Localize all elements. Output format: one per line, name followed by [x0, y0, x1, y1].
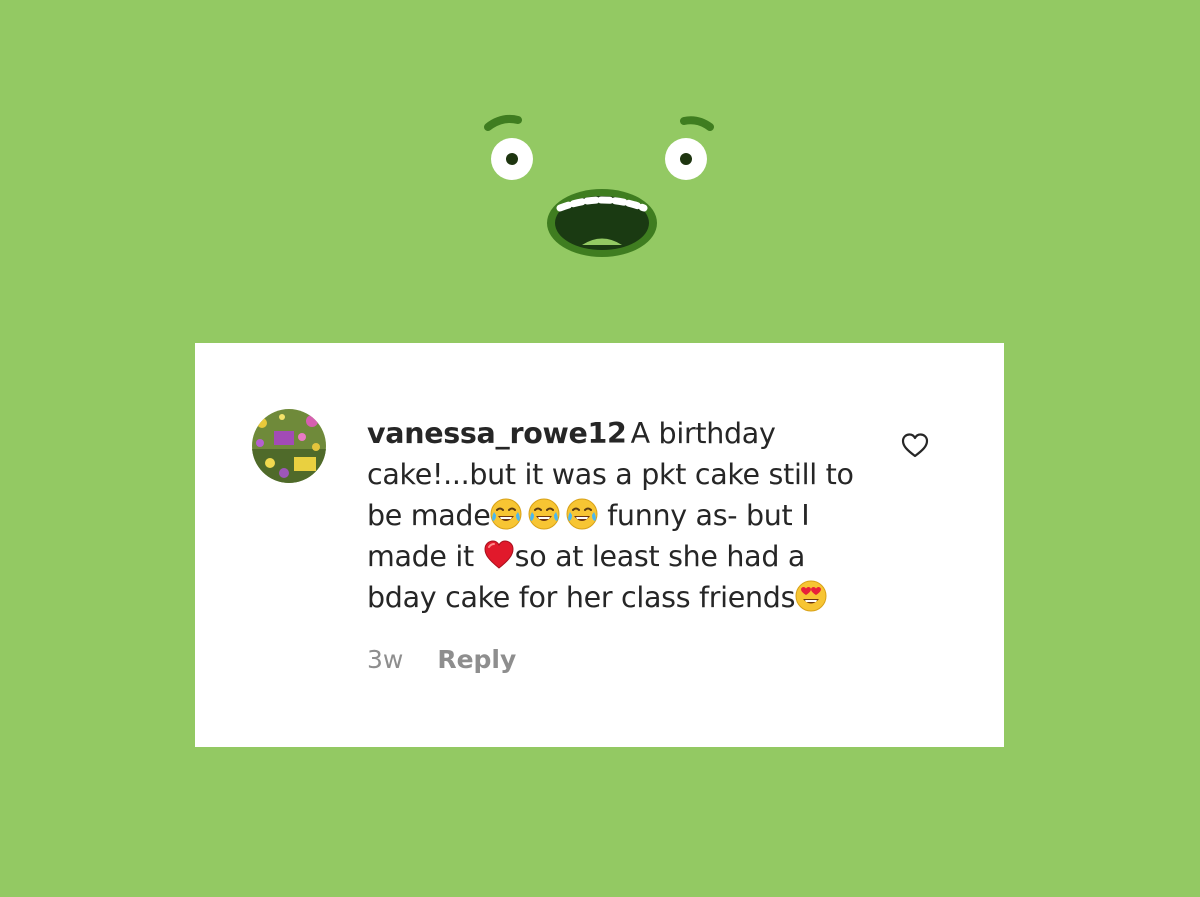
reply-button[interactable]: Reply: [437, 645, 516, 674]
smiling-face-with-heart-eyes-icon: [795, 580, 827, 612]
comment-body: vanessa_rowe12 A birthday cake!...but it …: [367, 413, 877, 618]
like-heart-icon[interactable]: [900, 431, 930, 459]
avatar-flowers-image: [252, 409, 326, 483]
face-with-tears-of-joy-icon: [566, 498, 598, 530]
comment-meta: 3w Reply: [367, 645, 516, 674]
comment-timestamp: 3w: [367, 645, 404, 674]
surprised-face-illustration: [484, 114, 714, 257]
username-link[interactable]: vanessa_rowe12: [367, 417, 627, 450]
avatar[interactable]: [252, 409, 326, 483]
red-heart-icon: [484, 540, 514, 569]
face-with-tears-of-joy-icon: [528, 498, 560, 530]
comment-card: vanessa_rowe12 A birthday cake!...but it …: [195, 343, 1004, 747]
face-with-tears-of-joy-icon: [490, 498, 522, 530]
